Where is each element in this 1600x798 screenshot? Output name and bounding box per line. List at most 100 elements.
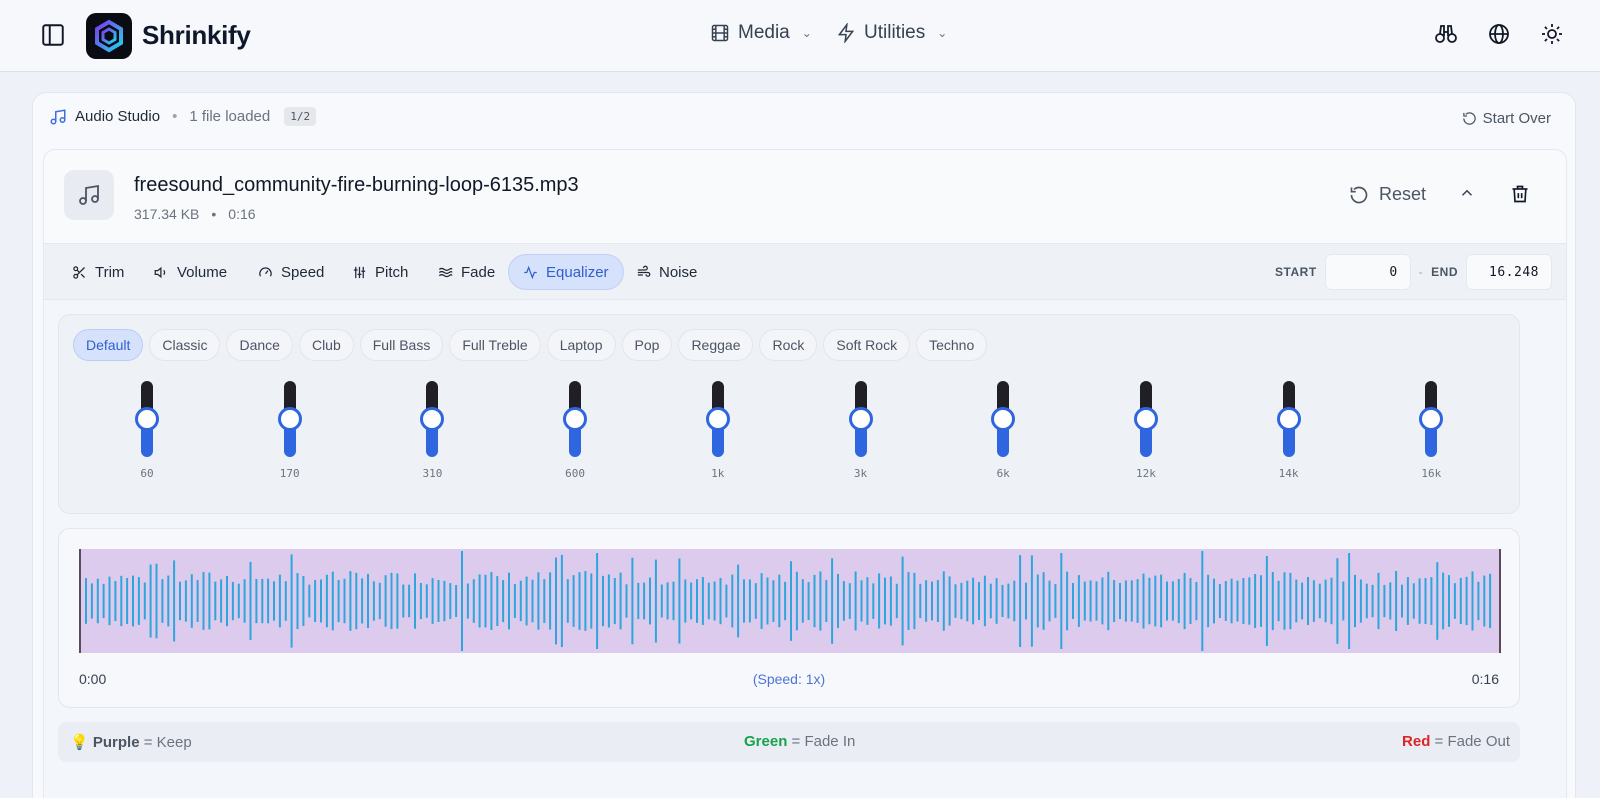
eq-band-slider[interactable]: 170	[260, 381, 320, 491]
studio-header: Audio Studio • 1 file loaded 1/2	[49, 107, 317, 126]
eq-band-slider[interactable]: 14k	[1259, 381, 1319, 491]
nav-media[interactable]: Media ⌄	[710, 22, 812, 44]
tool-tabs: Trim Volume Speed Pitch Fade Equalizer N…	[44, 244, 1566, 300]
end-label: END	[1431, 265, 1458, 279]
tab-volume[interactable]: Volume	[140, 254, 241, 290]
slider-knob[interactable]	[848, 407, 873, 431]
preset-techno[interactable]: Techno	[916, 329, 988, 361]
eq-band-slider[interactable]: 16k	[1401, 381, 1461, 491]
start-input[interactable]: 0	[1324, 254, 1411, 290]
preset-laptop[interactable]: Laptop	[546, 329, 616, 361]
preset-dance[interactable]: Dance	[226, 329, 293, 361]
slider-knob[interactable]	[1276, 407, 1301, 431]
legend-green-label: Green	[744, 733, 788, 750]
eq-band-label: 310	[422, 467, 443, 480]
reset-button[interactable]: Reset	[1349, 184, 1426, 205]
waveform[interactable]	[79, 549, 1501, 653]
music-note-icon	[79, 184, 99, 205]
slider-knob[interactable]	[420, 407, 445, 431]
scissors-icon	[73, 265, 85, 279]
app-name: Shrinkify	[142, 20, 251, 50]
legend-keep: 💡 Purple = Keep	[70, 733, 192, 751]
file-count-badge: 1/2	[284, 107, 317, 126]
region-handle	[79, 549, 81, 653]
end-input[interactable]: 16.248	[1466, 254, 1552, 290]
waveform-speed: (Speed: 1x)	[752, 671, 826, 687]
eq-band-slider[interactable]: 1k	[688, 381, 748, 491]
legend-keep-text: = Keep	[143, 734, 192, 751]
file-duration: 0:16	[228, 206, 256, 222]
slider-knob[interactable]	[135, 407, 159, 431]
tab-fade-label: Fade	[461, 263, 496, 281]
preset-default[interactable]: Default	[73, 329, 144, 361]
separator-dot: •	[172, 108, 178, 125]
files-loaded-status: 1 file loaded	[189, 108, 271, 125]
legend-fade-in-text: = Fade In	[791, 733, 856, 750]
rotate-ccw-icon	[1350, 186, 1368, 203]
lightning-icon	[837, 23, 855, 43]
globe-icon[interactable]	[1487, 22, 1511, 46]
chevron-down-icon: ⌄	[937, 26, 948, 40]
music-note-icon	[50, 108, 66, 124]
eq-band-slider[interactable]: 60	[117, 381, 177, 491]
audio-studio-card: Audio Studio • 1 file loaded 1/2 Start O…	[32, 92, 1576, 798]
slider-knob[interactable]	[991, 407, 1016, 431]
slider-knob[interactable]	[277, 407, 302, 431]
legend-red-label: Red	[1402, 733, 1431, 750]
preset-club[interactable]: Club	[298, 329, 354, 361]
preset-reggae[interactable]: Reggae	[678, 329, 754, 361]
file-header: freesound_community-fire-burning-loop-61…	[44, 150, 1566, 244]
sun-icon[interactable]	[1540, 22, 1564, 46]
activity-icon	[524, 265, 537, 279]
slider-knob[interactable]	[563, 407, 588, 431]
start-over-label: Start Over	[1482, 110, 1551, 127]
legend-purple-label: Purple	[92, 734, 140, 751]
preset-rock[interactable]: Rock	[759, 329, 818, 361]
slider-knob[interactable]	[1133, 407, 1158, 431]
tab-speed[interactable]: Speed	[244, 254, 338, 290]
file-name: freesound_community-fire-burning-loop-61…	[134, 174, 579, 196]
eq-band-slider[interactable]: 600	[545, 381, 605, 491]
tab-equalizer[interactable]: Equalizer	[508, 254, 624, 290]
preset-full-bass[interactable]: Full Bass	[359, 329, 444, 361]
app-logo[interactable]	[86, 13, 132, 59]
tab-equalizer-label: Equalizer	[546, 263, 609, 281]
tab-pitch[interactable]: Pitch	[338, 254, 422, 290]
eq-band-label: 170	[279, 467, 300, 480]
legend-fade-out: Red = Fade Out	[1402, 733, 1510, 750]
eq-band-slider[interactable]: 6k	[973, 381, 1033, 491]
eq-band-label: 1k	[711, 467, 725, 480]
chevron-up-icon[interactable]	[1458, 184, 1476, 202]
preset-pop[interactable]: Pop	[621, 329, 673, 361]
eq-band-slider[interactable]: 310	[402, 381, 462, 491]
preset-soft-rock[interactable]: Soft Rock	[823, 329, 911, 361]
file-card: freesound_community-fire-burning-loop-61…	[43, 149, 1567, 798]
trash-icon[interactable]	[1510, 184, 1530, 204]
eq-band-slider[interactable]: 12k	[1116, 381, 1176, 491]
eq-band-label: 3k	[853, 467, 868, 480]
tab-trim-label: Trim	[95, 263, 125, 281]
eq-band-label: 60	[140, 467, 154, 480]
legend-fade-out-text: = Fade Out	[1434, 733, 1510, 750]
tab-noise[interactable]: Noise	[622, 254, 711, 290]
slider-knob[interactable]	[705, 407, 730, 431]
tab-fade[interactable]: Fade	[424, 254, 509, 290]
sidebar-toggle-icon[interactable]	[40, 22, 66, 48]
start-over-button[interactable]: Start Over	[1462, 110, 1551, 127]
waveform-end-time: 0:16	[1471, 671, 1499, 687]
preset-full-treble[interactable]: Full Treble	[449, 329, 541, 361]
logo-icon	[95, 19, 123, 53]
preset-list: Default Classic Dance Club Full Bass Full Tre…	[73, 329, 988, 361]
nav-utilities[interactable]: Utilities ⌄	[836, 22, 947, 44]
binoculars-icon[interactable]	[1434, 22, 1458, 46]
lightbulb-icon: 💡	[70, 734, 89, 751]
range-dash: -	[1418, 265, 1424, 279]
chevron-down-icon: ⌄	[801, 26, 812, 40]
preset-classic[interactable]: Classic	[149, 329, 221, 361]
slider-knob[interactable]	[1419, 407, 1444, 431]
tab-trim[interactable]: Trim	[58, 254, 138, 290]
eq-band-slider[interactable]: 3k	[831, 381, 891, 491]
tab-pitch-label: Pitch	[375, 263, 409, 281]
eq-band-label: 16k	[1421, 467, 1442, 480]
file-type-thumb	[64, 170, 114, 220]
